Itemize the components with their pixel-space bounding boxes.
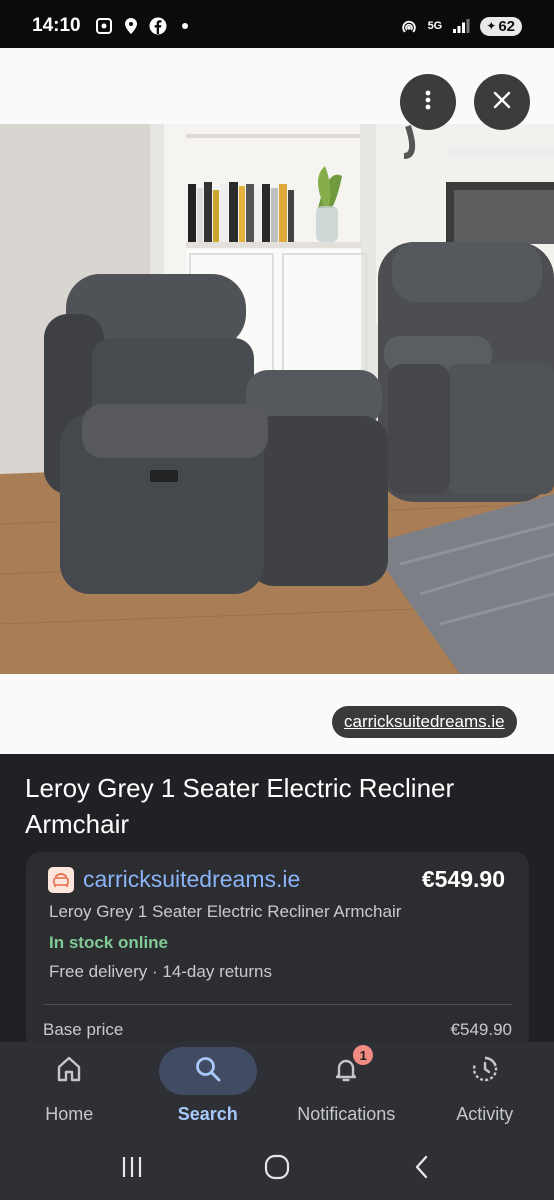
location-pin-icon (122, 17, 140, 35)
more-options-button[interactable] (400, 74, 456, 130)
circle-home-icon (263, 1153, 291, 1186)
battery-indicator: ✦ 62 (480, 16, 522, 36)
facebook-icon (149, 17, 167, 35)
search-icon (193, 1054, 223, 1089)
store-favicon-icon (48, 866, 74, 893)
status-left-icons (95, 17, 194, 35)
bell-icon-wrap: 1 (297, 1045, 395, 1095)
recents-button[interactable] (112, 1149, 152, 1189)
stock-status: In stock online (49, 933, 169, 952)
hotspot-icon (400, 17, 418, 35)
product-image[interactable] (0, 124, 554, 674)
base-price-label: Base price (43, 1020, 124, 1039)
search-icon-wrap (158, 1047, 257, 1095)
home-system-button[interactable] (257, 1149, 297, 1189)
chevron-left-icon (410, 1154, 434, 1185)
system-nav-bar (0, 1138, 554, 1200)
notification-badge: 1 (353, 1045, 374, 1065)
signal-icon (452, 17, 470, 35)
status-right-icons: 5G ✦ 62 (400, 16, 522, 36)
source-link-chip[interactable]: carricksuitedreams.ie (332, 706, 517, 738)
network-type: 5G (427, 20, 443, 32)
offer-item-title: Leroy Grey 1 Seater Electric Recliner Ar… (49, 902, 402, 921)
more-vert-icon (418, 89, 438, 116)
offer-price: €549.90 (421, 866, 505, 892)
nav-search[interactable]: Search (139, 1042, 278, 1138)
store-row: carricksuitedreams.ie €549.90 (48, 866, 505, 893)
image-viewer: carricksuitedreams.ie (0, 48, 554, 754)
nav-home[interactable]: Home (0, 1042, 139, 1138)
product-title: Leroy Grey 1 Seater Electric Recliner Ar… (25, 773, 455, 839)
nav-search-label: Search (177, 1104, 238, 1124)
battery-saver-icon: ✦ (486, 19, 497, 33)
store-name-link[interactable]: carricksuitedreams.ie (83, 866, 300, 893)
nav-notifications-label: Notifications (297, 1104, 396, 1124)
divider (43, 1004, 512, 1005)
offer-card[interactable]: carricksuitedreams.ie €549.90 Leroy Grey… (26, 852, 529, 1052)
bottom-nav: Home Search 1 Notifications Activity (0, 1042, 554, 1138)
back-button[interactable] (402, 1149, 442, 1189)
home-icon-wrap (20, 1047, 118, 1095)
activity-icon (470, 1054, 500, 1089)
home-icon (54, 1054, 84, 1089)
dot-icon (176, 17, 194, 35)
status-time: 14:10 (32, 15, 81, 36)
battery-level: 62 (498, 17, 515, 35)
status-bar: 14:10 5G ✦ 62 (0, 0, 554, 52)
product-panel: Leroy Grey 1 Seater Electric Recliner Ar… (0, 754, 554, 1054)
activity-icon-wrap (436, 1047, 534, 1095)
close-button[interactable] (474, 74, 530, 130)
nav-activity[interactable]: Activity (416, 1042, 554, 1138)
nav-activity-label: Activity (456, 1104, 514, 1124)
close-icon (492, 90, 512, 115)
screenshot-icon (95, 17, 113, 35)
delivery-info: Free delivery · 14-day returns (49, 962, 272, 981)
base-price-value: €549.90 (450, 1020, 512, 1039)
recents-icon (119, 1154, 145, 1185)
nav-notifications[interactable]: 1 Notifications (277, 1042, 416, 1138)
nav-home-label: Home (45, 1104, 94, 1124)
